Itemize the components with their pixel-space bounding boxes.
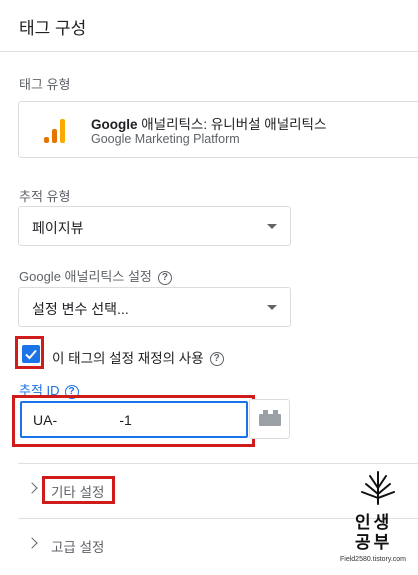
- chevron-down-icon: [267, 224, 277, 229]
- chevron-right-icon: [26, 482, 38, 494]
- tracking-type-select[interactable]: 페이지뷰: [18, 206, 291, 246]
- tag-type-subtitle: Google Marketing Platform: [91, 132, 240, 146]
- divider: [18, 463, 418, 464]
- override-settings-checkbox[interactable]: [22, 345, 40, 363]
- page-title: 태그 구성: [19, 19, 87, 38]
- help-icon[interactable]: ?: [157, 270, 172, 285]
- tracking-type-value: 페이지뷰: [32, 220, 84, 236]
- plant-icon: [361, 471, 395, 505]
- ga-settings-select[interactable]: 설정 변수 선택...: [18, 287, 291, 327]
- watermark: 인생 공부 Field2580.tistory.com: [338, 470, 418, 570]
- variable-brick-icon-part: [263, 410, 268, 415]
- chevron-down-icon: [267, 305, 277, 310]
- tracking-type-label: 추적 유형: [19, 189, 71, 204]
- watermark-line2: 공부: [355, 533, 393, 552]
- variable-brick-icon-part: [273, 410, 278, 415]
- tracking-id-value: UA- -1: [33, 412, 132, 428]
- help-icon[interactable]: ?: [209, 352, 224, 367]
- watermark-url: Field2580.tistory.com: [340, 556, 407, 563]
- tag-type-name: Google 애널리틱스: 유니버설 애널리틱스: [91, 117, 327, 132]
- check-icon: [25, 349, 37, 360]
- override-settings-label: 이 태그의 설정 재정의 사용?: [52, 347, 224, 367]
- chevron-right-icon: [26, 537, 38, 549]
- variable-brick-icon: [259, 414, 281, 426]
- google-analytics-icon: [44, 117, 66, 143]
- tracking-id-input[interactable]: UA- -1: [20, 401, 248, 438]
- variable-picker-button[interactable]: [249, 399, 290, 439]
- tag-type-selector[interactable]: Google 애널리틱스: 유니버설 애널리틱스 Google Marketin…: [18, 101, 418, 158]
- ga-settings-label: Google 애널리틱스 설정?: [19, 266, 172, 285]
- advanced-settings-label: 고급 설정: [51, 540, 105, 555]
- tag-type-label: 태그 유형: [19, 77, 71, 92]
- ga-settings-value: 설정 변수 선택...: [32, 301, 129, 317]
- panel-header: 태그 구성: [0, 0, 418, 52]
- highlight-box: [42, 476, 115, 504]
